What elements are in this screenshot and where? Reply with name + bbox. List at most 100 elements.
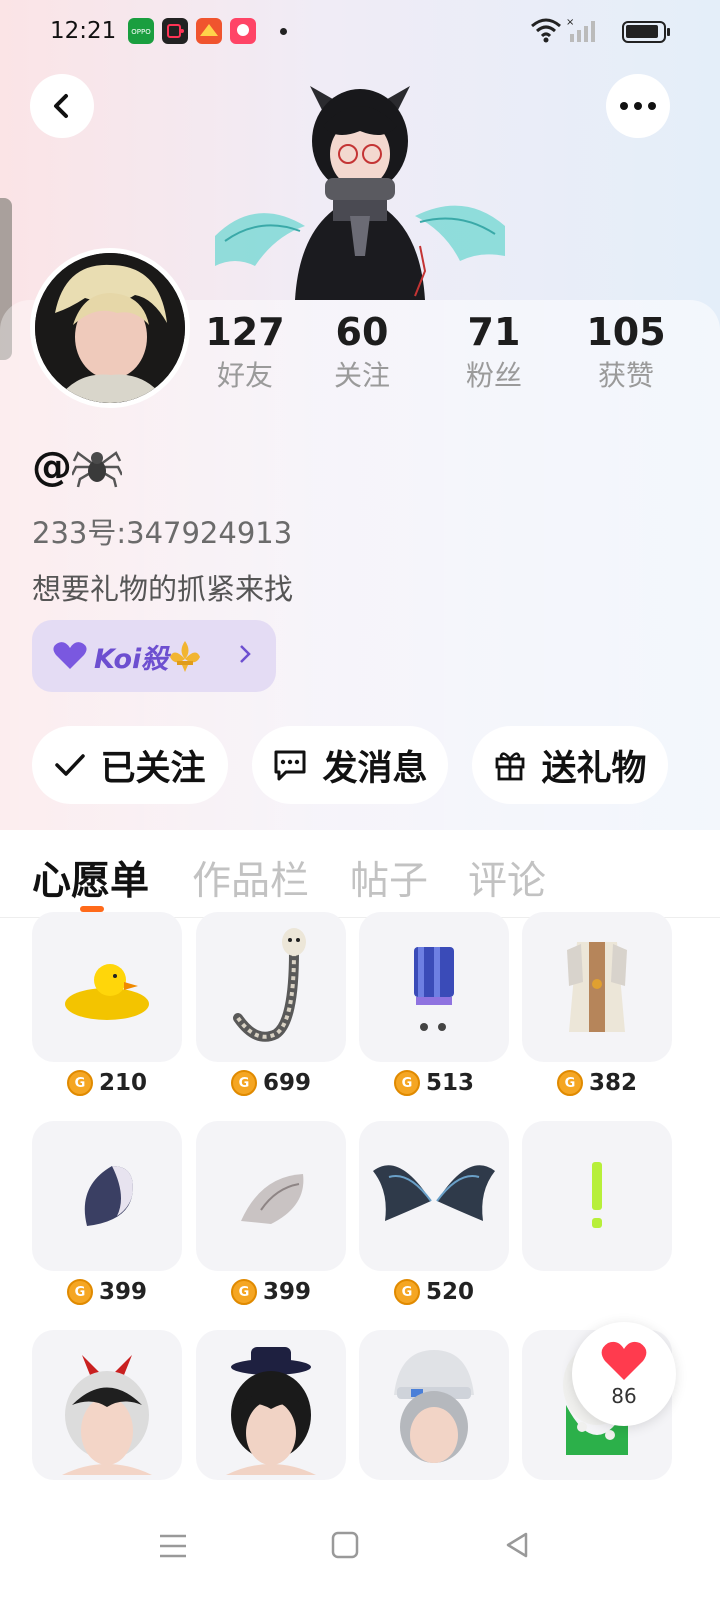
svg-text:OPPO: OPPO xyxy=(131,28,151,36)
username: @ xyxy=(32,444,122,490)
black-hair-hat-image xyxy=(226,1347,316,1475)
stat-likes[interactable]: 105 获赞 xyxy=(556,308,696,396)
coin-icon: G xyxy=(66,1279,93,1305)
price-tag: G 699 xyxy=(196,1070,346,1096)
send-message-label: 发消息 xyxy=(322,748,428,789)
coin-icon: G xyxy=(230,1070,257,1096)
game-app-icon-1 xyxy=(196,18,222,44)
home-icon[interactable] xyxy=(330,1530,360,1560)
wishlist-item-black-hair-hat[interactable] xyxy=(196,1330,346,1480)
profile-stats: 127 好友 60 关注 71 粉丝 105 获赞 xyxy=(0,308,720,408)
wishlist-item-snake-scarf[interactable] xyxy=(196,912,346,1062)
tab-wishlist[interactable]: 心愿单 xyxy=(32,850,149,906)
chevron-left-icon xyxy=(54,94,68,118)
more-button[interactable] xyxy=(606,74,670,138)
oppo-app-icon: OPPO xyxy=(128,18,154,44)
stat-value: 60 xyxy=(335,310,389,354)
green-exclamation-image xyxy=(592,1162,602,1228)
profile-tabs: 心愿单 作品栏 帖子 评论 xyxy=(0,830,720,918)
price-tag: G 399 xyxy=(196,1279,346,1305)
followed-label: 已关注 xyxy=(100,748,206,789)
game-app-icon-2 xyxy=(230,18,256,44)
chat-bubble-icon xyxy=(274,750,306,781)
heart-icon xyxy=(53,642,87,669)
wishlist-item-fluffy-tail[interactable] xyxy=(196,1121,346,1271)
coin-icon: G xyxy=(556,1070,583,1096)
user-bio: 想要礼物的抓紧来找 xyxy=(32,572,294,606)
price-tag: G 382 xyxy=(522,1070,672,1096)
tab-posts[interactable]: 帖子 xyxy=(350,850,428,906)
heart-count: 86 xyxy=(611,1384,637,1408)
stat-label: 关注 xyxy=(333,359,390,392)
wishlist-item-blue-skirt-set[interactable] xyxy=(359,912,509,1062)
like-heart-button[interactable]: 86 xyxy=(572,1322,676,1426)
price-tag: G 210 xyxy=(32,1070,182,1096)
status-bar: 12:21 OPPO × xyxy=(0,0,720,64)
menu-icon[interactable] xyxy=(158,1532,188,1560)
price-tag: G 399 xyxy=(32,1279,182,1305)
send-gift-button[interactable]: 送礼物 xyxy=(472,726,668,804)
profile-actions: 已关注 发消息 送礼物 xyxy=(0,726,720,806)
silver-hair-red-horns-image xyxy=(62,1355,152,1475)
yellow-duck-hat-image xyxy=(65,964,149,1020)
video-app-icon xyxy=(162,18,188,44)
dark-wings-image xyxy=(373,1165,495,1221)
price-value: 699 xyxy=(262,1070,311,1096)
price-value: 399 xyxy=(98,1279,147,1305)
badge-label: Koi殺 xyxy=(94,643,169,675)
blue-skirt-set-image xyxy=(414,947,454,1031)
beanie-headband-image xyxy=(394,1350,474,1463)
send-gift-label: 送礼物 xyxy=(541,748,647,789)
more-dots-icon xyxy=(620,102,656,110)
stat-following[interactable]: 60 关注 xyxy=(292,308,432,396)
price-tag: G 520 xyxy=(359,1279,509,1305)
price-value: 210 xyxy=(98,1070,147,1096)
tab-works[interactable]: 作品栏 xyxy=(192,850,309,906)
wishlist-item-dark-wings[interactable] xyxy=(359,1121,509,1271)
wishlist-item-white-robe-armor[interactable] xyxy=(522,912,672,1062)
white-robe-armor-image xyxy=(567,942,627,1032)
battery-fill xyxy=(626,25,658,38)
price-value: 382 xyxy=(588,1070,637,1096)
spider-icon xyxy=(72,451,122,488)
back-button[interactable] xyxy=(30,74,94,138)
wishlist-item-silver-hair-red-horns[interactable] xyxy=(32,1330,182,1480)
username-prefix: @ xyxy=(32,444,72,490)
coin-icon: G xyxy=(66,1070,93,1096)
coin-icon: G xyxy=(230,1279,257,1305)
user-id: 233号:347924913 xyxy=(32,516,293,550)
price-value: 513 xyxy=(425,1070,474,1096)
stat-label: 获赞 xyxy=(597,359,654,392)
stat-followers[interactable]: 71 粉丝 xyxy=(424,308,564,396)
check-icon xyxy=(55,754,86,776)
snake-scarf-image xyxy=(233,928,306,1042)
group-badge[interactable]: Koi殺 xyxy=(32,620,276,692)
fleur-de-lis-icon xyxy=(170,641,201,672)
system-nav-bar xyxy=(0,1524,720,1612)
gradient-tail-image xyxy=(84,1166,133,1226)
stat-value: 105 xyxy=(586,310,666,354)
wifi-icon xyxy=(531,18,561,43)
back-icon[interactable] xyxy=(502,1530,532,1560)
stat-value: 71 xyxy=(467,310,521,354)
tab-comments[interactable]: 评论 xyxy=(468,850,546,906)
chevron-right-icon xyxy=(240,645,251,663)
send-message-button[interactable]: 发消息 xyxy=(252,726,448,804)
battery-icon xyxy=(622,21,670,43)
gift-icon xyxy=(496,752,525,781)
coin-icon: G xyxy=(393,1279,420,1305)
wishlist-item-yellow-duck-hat[interactable] xyxy=(32,912,182,1062)
price-tag: G 513 xyxy=(359,1070,509,1096)
coin-icon: G xyxy=(393,1070,420,1096)
cellular-signal-icon: × xyxy=(566,17,595,42)
followed-button[interactable]: 已关注 xyxy=(32,726,228,804)
status-time: 12:21 xyxy=(50,18,117,44)
character-avatar-illustration xyxy=(215,86,505,300)
more-notifications-dot xyxy=(280,28,287,35)
svg-text:×: × xyxy=(566,17,574,28)
wishlist-item-gradient-tail[interactable] xyxy=(32,1121,182,1271)
wishlist-item-green-exclamation[interactable] xyxy=(522,1121,672,1271)
price-value: 520 xyxy=(425,1279,474,1305)
wishlist-item-beanie-headband[interactable] xyxy=(359,1330,509,1480)
heart-icon xyxy=(601,1341,647,1380)
